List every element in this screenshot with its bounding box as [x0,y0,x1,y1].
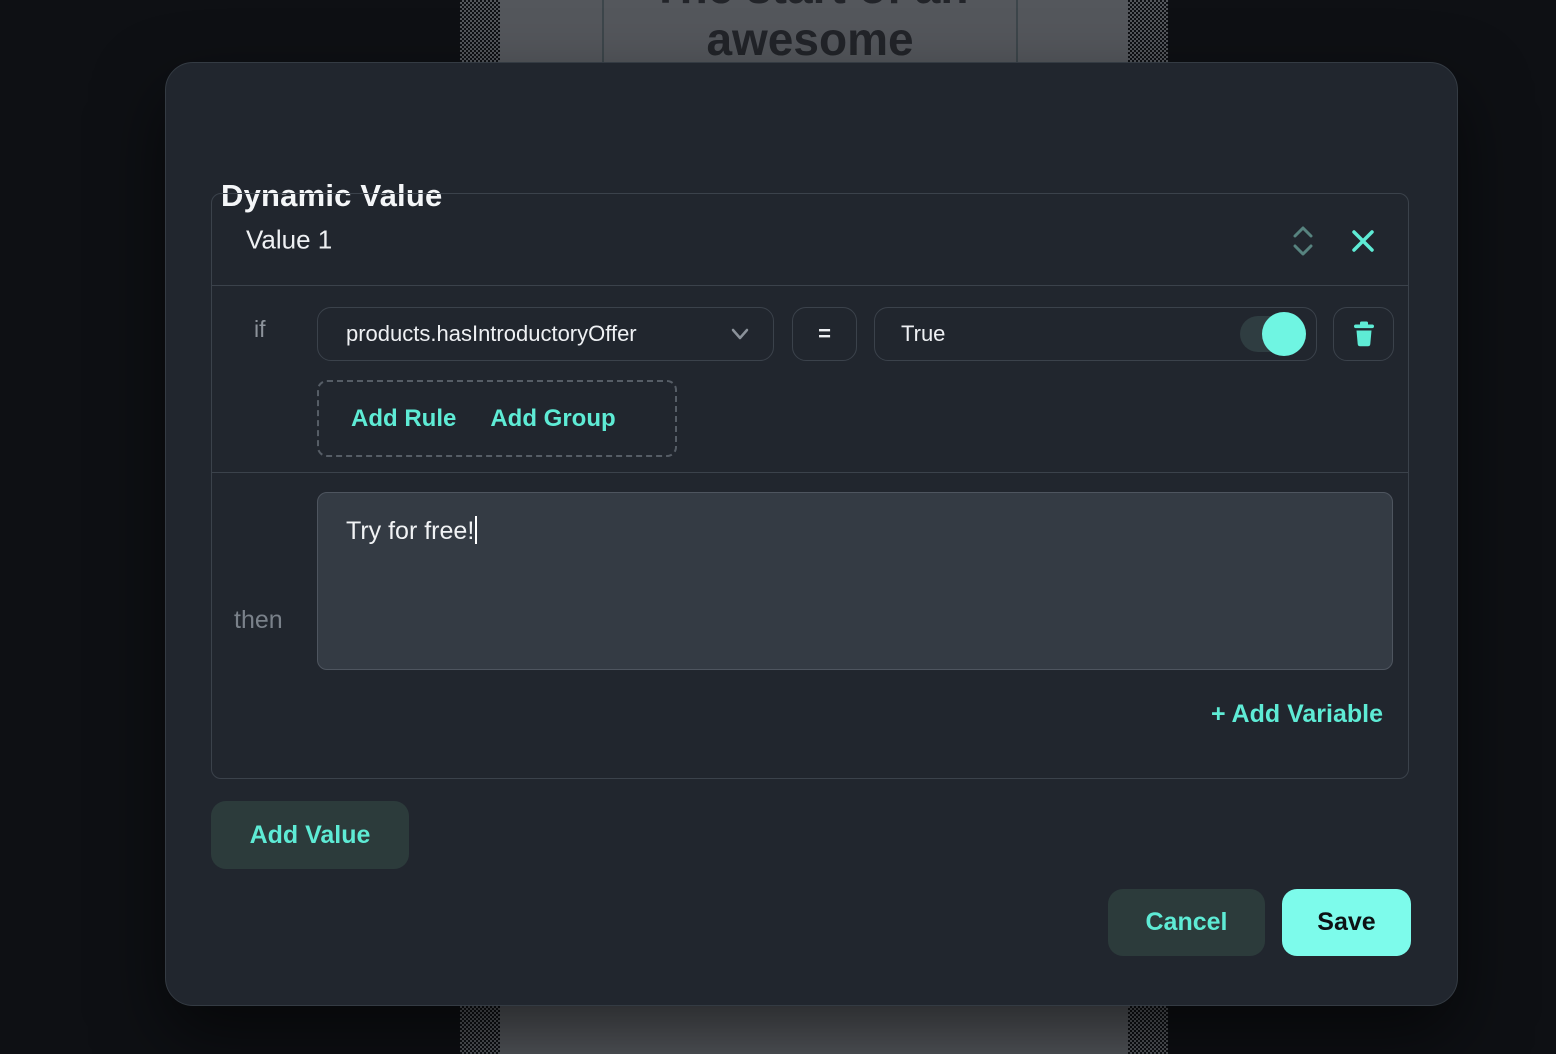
dynamic-value-modal: Dynamic Value Value 1 [165,62,1458,1006]
trash-icon [1351,320,1377,348]
section-divider [212,472,1408,473]
condition-field-dropdown[interactable]: products.hasIntroductoryOffer [317,307,774,361]
chevron-down-icon [729,327,751,341]
value-card: Value 1 [211,193,1409,779]
add-group-link[interactable]: Add Group [490,405,615,433]
value-card-header: Value 1 [212,194,1408,286]
chevron-up-down-icon [1290,223,1316,259]
preview-heading-line1: The start of an [604,0,1016,12]
if-label: if [254,316,266,343]
then-label: then [234,606,283,635]
condition-value-text: True [901,321,1240,347]
value-title: Value 1 [246,224,332,255]
delete-rule-button[interactable] [1333,307,1394,361]
save-button[interactable]: Save [1282,889,1411,956]
result-text: Try for free! [346,517,474,545]
reorder-value-button[interactable] [1280,218,1326,264]
text-caret [475,516,477,544]
preview-heading-line2: awesome [604,14,1016,64]
screen: The start of an awesome Dynamic Value Va… [0,0,1556,1054]
cancel-button[interactable]: Cancel [1108,889,1265,956]
condition-value-field[interactable]: True [874,307,1317,361]
remove-value-button[interactable] [1340,218,1386,264]
add-variable-link[interactable]: + Add Variable [1211,700,1383,729]
boolean-toggle[interactable] [1240,316,1304,352]
condition-field-value: products.hasIntroductoryOffer [346,321,729,347]
add-value-button[interactable]: Add Value [211,801,409,869]
add-rule-group-box: Add Rule Add Group [317,380,677,457]
add-rule-link[interactable]: Add Rule [351,405,456,433]
condition-operator-button[interactable]: = [792,307,857,361]
result-text-input[interactable]: Try for free! [317,492,1393,670]
toggle-knob [1262,312,1306,356]
close-icon [1349,227,1377,255]
